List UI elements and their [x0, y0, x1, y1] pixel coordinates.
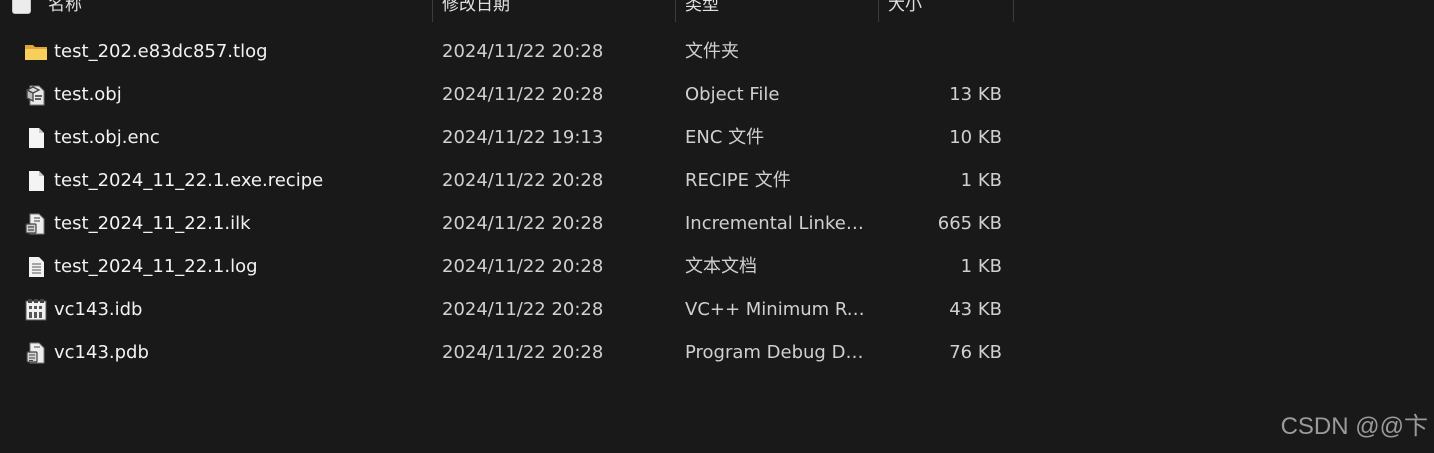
file-type: RECIPE 文件 [685, 170, 791, 191]
file-row[interactable]: vc143.idb 2024/11/22 20:28 VC++ Minimum Re… [0, 288, 1014, 331]
file-modified-date: 2024/11/22 20:28 [442, 170, 604, 191]
column-divider[interactable] [1013, 0, 1014, 22]
file-name: test_2024_11_22.1.ilk [54, 213, 251, 234]
file-row[interactable]: test.obj.enc 2024/11/22 19:13 ENC 文件 10 KB [0, 116, 1014, 159]
text-file-icon [24, 255, 48, 279]
file-modified-date: 2024/11/22 20:28 [442, 342, 604, 363]
file-modified-date: 2024/11/22 20:28 [442, 41, 604, 62]
file-row[interactable]: test_202.e83dc857.tlog 2024/11/22 20:28 文件… [0, 30, 1014, 73]
file-name: test.obj [54, 84, 122, 105]
blank-file-icon [24, 169, 48, 193]
column-divider[interactable] [675, 0, 676, 22]
column-divider[interactable] [432, 0, 433, 22]
column-header: 名称 修改日期 类型 大小 [0, 0, 1014, 22]
folder-icon [24, 40, 48, 64]
file-modified-date: 2024/11/22 20:28 [442, 213, 604, 234]
column-header-date[interactable]: 修改日期 [442, 0, 510, 22]
file-name: test_2024_11_22.1.exe.recipe [54, 170, 324, 191]
file-row[interactable]: vc143.pdb 2024/11/22 20:28 Program Debug D… [0, 331, 1014, 374]
file-type: Program Debug Da... [685, 342, 870, 363]
pdb-file-icon [24, 341, 48, 365]
file-modified-date: 2024/11/22 20:28 [442, 299, 604, 320]
linker-file-icon [24, 212, 48, 236]
column-header-type[interactable]: 类型 [685, 0, 719, 22]
file-row[interactable]: test_2024_11_22.1.log 2024/11/22 20:28 文本文… [0, 245, 1014, 288]
column-header-name[interactable]: 名称 [48, 0, 82, 22]
file-name: vc143.idb [54, 299, 143, 320]
file-size: 43 KB [949, 299, 1002, 320]
file-type: VC++ Minimum Re... [685, 299, 870, 320]
file-modified-date: 2024/11/22 19:13 [442, 127, 604, 148]
file-name: test_202.e83dc857.tlog [54, 41, 268, 62]
column-header-size[interactable]: 大小 [888, 0, 922, 22]
file-type: Incremental Linker ... [685, 213, 870, 234]
column-divider[interactable] [878, 0, 879, 22]
file-row[interactable]: test_2024_11_22.1.ilk 2024/11/22 20:28 Inc… [0, 202, 1014, 245]
file-modified-date: 2024/11/22 20:28 [442, 256, 604, 277]
file-name: test.obj.enc [54, 127, 160, 148]
file-name: vc143.pdb [54, 342, 149, 363]
file-type: 文件夹 [685, 41, 739, 62]
file-size: 665 KB [937, 213, 1002, 234]
file-row[interactable]: test_2024_11_22.1.exe.recipe 2024/11/22 2… [0, 159, 1014, 202]
file-type: 文本文档 [685, 256, 757, 277]
file-name: test_2024_11_22.1.log [54, 256, 258, 277]
file-size: 1 KB [960, 170, 1002, 191]
watermark: CSDN @@卞 [1280, 413, 1428, 440]
blank-file-icon [24, 126, 48, 150]
file-size [880, 30, 1002, 73]
file-size: 76 KB [949, 342, 1002, 363]
file-type: ENC 文件 [685, 127, 765, 148]
file-type: Object File [685, 84, 780, 105]
file-size: 1 KB [960, 256, 1002, 277]
idb-file-icon [24, 298, 48, 322]
select-all-checkbox[interactable] [12, 0, 31, 14]
file-size: 10 KB [949, 127, 1002, 148]
file-size: 13 KB [949, 84, 1002, 105]
file-row[interactable]: test.obj 2024/11/22 20:28 Object File 13 KB [0, 73, 1014, 116]
file-modified-date: 2024/11/22 20:28 [442, 84, 604, 105]
object-file-icon [24, 83, 48, 107]
